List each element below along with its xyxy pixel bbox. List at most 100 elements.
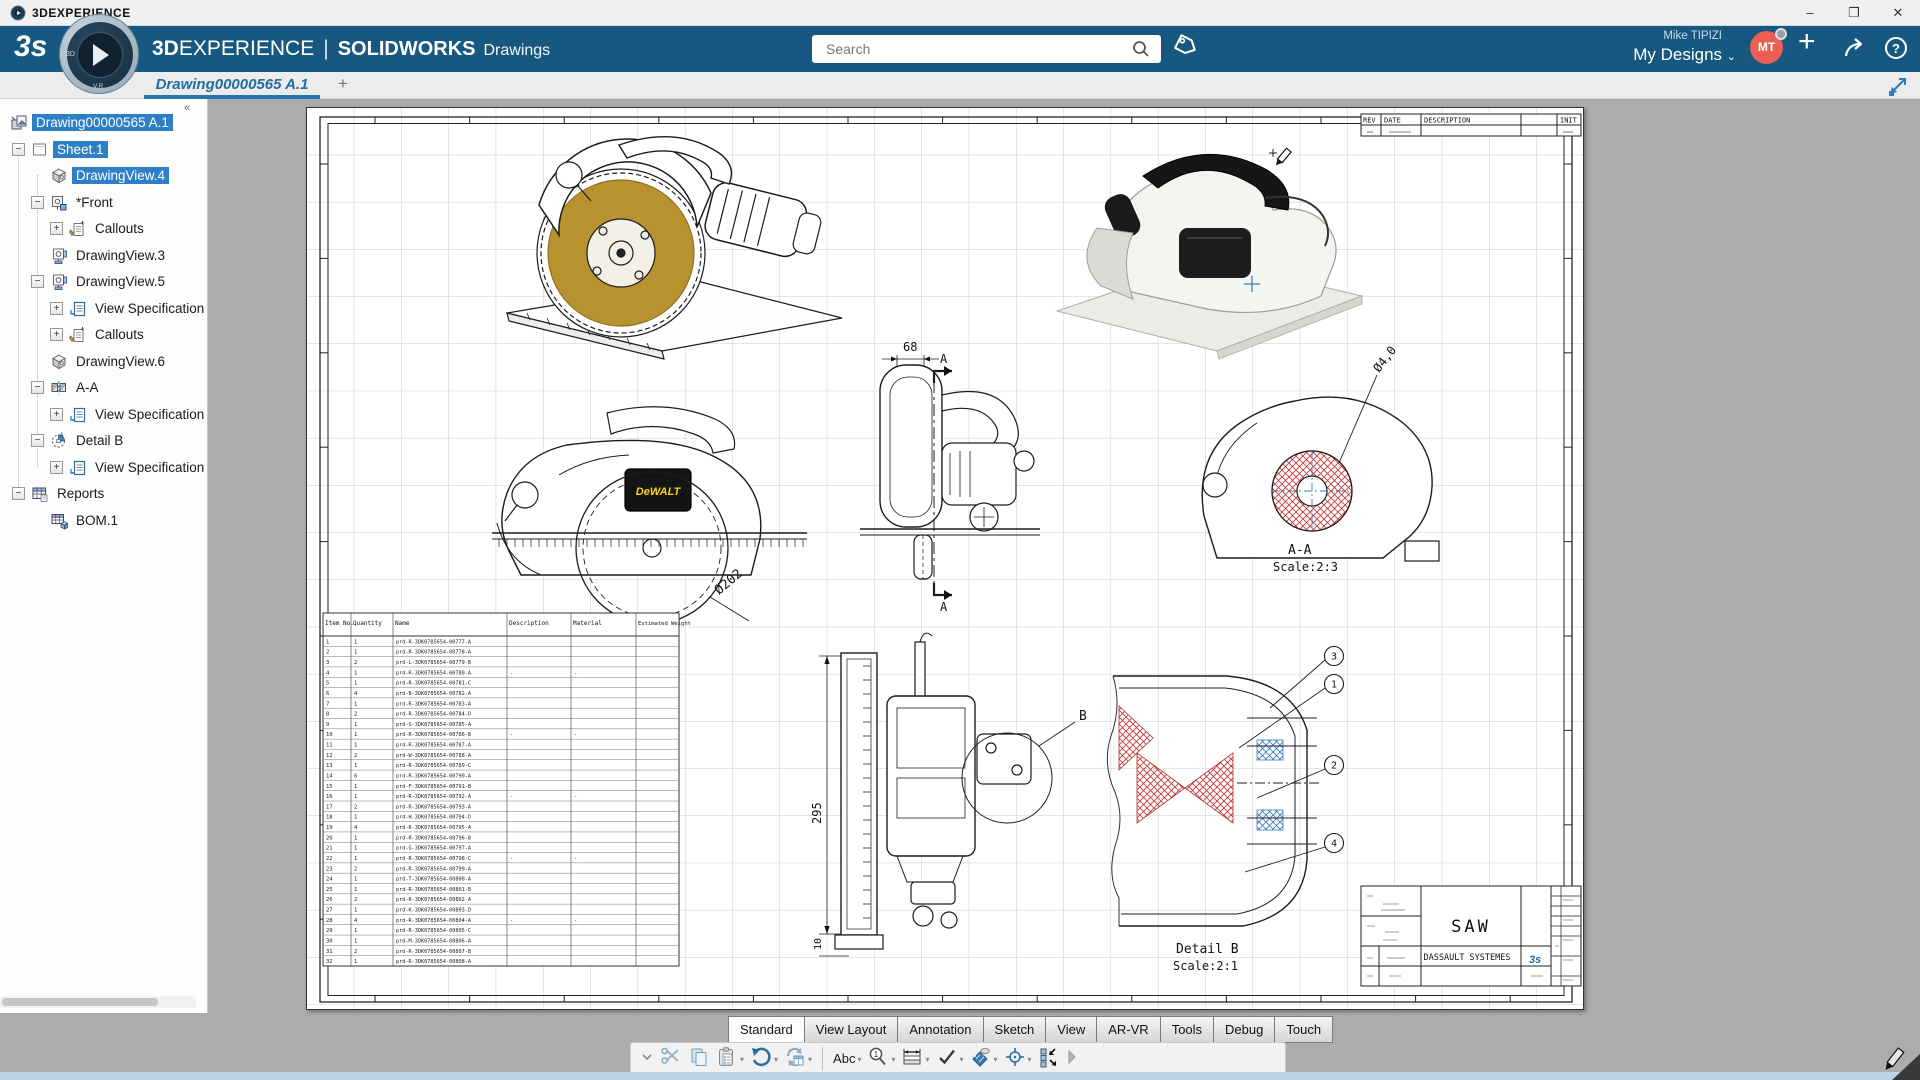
more-button[interactable] (1063, 1044, 1081, 1074)
undo-button[interactable]: ▾ (747, 1044, 781, 1074)
validate-button[interactable]: ▾ (933, 1044, 967, 1074)
ribbon-tab-sketch[interactable]: Sketch (982, 1016, 1046, 1043)
svg-text:Description: Description (509, 620, 549, 627)
collapse-box-icon[interactable]: − (12, 487, 25, 500)
spellcheck-button[interactable]: Abc ▾ (830, 1044, 864, 1074)
tree-item-drawing00000565-a-1[interactable]: Drawing00000565 A.1 (0, 112, 204, 134)
detail-marker[interactable]: B (1079, 709, 1087, 724)
tree-item-drawingview-5[interactable]: − DrawingView.5 (0, 271, 204, 293)
section-view-scale[interactable]: Scale:2:3 (1273, 560, 1338, 574)
bom-table[interactable]: Item No. Quantity Name Description Mater… (322, 612, 691, 967)
menu-chevron-button[interactable] (637, 1044, 657, 1074)
document-tabbar: Drawing00000565 A.1 + (0, 72, 1920, 99)
paste-button[interactable]: ▾ (713, 1044, 747, 1074)
tree-item-detail-b[interactable]: − A Detail B (0, 430, 204, 452)
svg-text:5: 5 (326, 681, 329, 687)
origin-target-button[interactable]: ▾ (1001, 1044, 1035, 1074)
collapse-box-icon[interactable]: − (31, 434, 44, 447)
dropdown-arrow-icon[interactable]: ▾ (1028, 1055, 1032, 1064)
revision-table[interactable]: REV DATE DESCRIPTION INIT (1360, 113, 1582, 137)
dropdown-arrow-icon[interactable]: ▾ (774, 1055, 778, 1064)
detail-view-scale[interactable]: Scale:2:1 (1173, 959, 1238, 973)
svg-text:prd-R-3DK0785654-00802-A: prd-R-3DK0785654-00802-A (396, 897, 472, 903)
tree-item-drawingview-4[interactable]: DrawingView.4 (0, 165, 204, 187)
tree-item-drawingview-6[interactable]: DrawingView.6 (0, 351, 204, 373)
bom-insert-button[interactable] (1035, 1044, 1063, 1074)
dimension-height[interactable]: 295 (810, 802, 824, 824)
ribbon-tab-standard[interactable]: Standard (728, 1016, 804, 1043)
ribbon-tab-view[interactable]: View (1045, 1016, 1097, 1043)
window-bottom-edge (0, 1072, 1920, 1080)
tree-item-callouts[interactable]: + Callouts (0, 324, 204, 346)
tree-item-a-a[interactable]: − A-A (0, 377, 204, 399)
ribbon-tabs: Standard View Layout Annotation Sketch View A… (728, 1016, 1334, 1043)
tree-horizontal-scrollbar[interactable] (0, 996, 196, 1008)
expand-box-icon[interactable]: + (50, 222, 63, 235)
update-button[interactable]: ▾ (781, 1044, 815, 1074)
document-tab[interactable]: Drawing00000565 A.1 (144, 72, 320, 99)
search-icon[interactable] (1132, 40, 1150, 63)
ribbon-tab-annotation[interactable]: Annotation (897, 1016, 983, 1043)
auto-balloon-button[interactable]: 1 ▾ (864, 1044, 898, 1074)
expand-box-icon[interactable]: + (50, 328, 63, 341)
share-icon[interactable] (1843, 36, 1869, 65)
tree-item-callouts[interactable]: + Callouts (0, 218, 204, 240)
tree-item-sheet-1[interactable]: − Sheet.1 (0, 139, 204, 161)
avatar[interactable]: MT (1750, 28, 1787, 64)
workspace-selector[interactable]: My Designs ⌄ (1633, 45, 1736, 65)
drawing-sheet[interactable]: REV DATE DESCRIPTION INIT DeWALT Ø202 68… (306, 107, 1584, 1010)
detail-view-title[interactable]: Detail B (1176, 942, 1239, 957)
search-input[interactable] (824, 38, 1124, 59)
smart-dimension-button[interactable]: ▾ (898, 1044, 932, 1074)
3dexperience-compass[interactable]: 3D V.R (59, 14, 139, 94)
collapse-box-icon[interactable]: − (12, 142, 25, 156)
tag-icon[interactable] (1170, 32, 1198, 65)
tree-item-view-specification[interactable]: + View Specification (0, 298, 204, 320)
expand-box-icon[interactable]: + (50, 460, 63, 474)
svg-text:2: 2 (354, 949, 357, 955)
dropdown-arrow-icon[interactable]: ▾ (740, 1055, 744, 1064)
section-view-title[interactable]: A-A (1288, 543, 1312, 558)
tree-item-reports[interactable]: − Reports (0, 483, 204, 505)
collapse-box-icon[interactable]: − (31, 381, 44, 394)
dropdown-arrow-icon[interactable]: ▾ (994, 1055, 998, 1064)
copy-button[interactable] (685, 1044, 713, 1074)
section-marker-top[interactable]: A (940, 352, 948, 366)
new-tab-button[interactable]: + (338, 74, 348, 94)
dropdown-arrow-icon[interactable]: ▾ (891, 1055, 895, 1064)
expand-box-icon[interactable]: + (50, 407, 63, 421)
title-block[interactable]: SAW DASSAULT SYSTEMES 3s (1360, 885, 1582, 987)
collapse-box-icon[interactable]: − (31, 275, 44, 288)
ribbon-tab-tools[interactable]: Tools (1159, 1016, 1214, 1043)
tree-item-bom-1[interactable]: BOM.1 (0, 510, 204, 532)
ribbon-tab-debug[interactable]: Debug (1213, 1016, 1275, 1043)
ribbon-tab-touch[interactable]: Touch (1274, 1016, 1334, 1043)
area-hatch-button[interactable]: ▾ (967, 1044, 1001, 1074)
help-icon[interactable]: ? (1884, 36, 1908, 65)
dimension-width[interactable]: 68 (903, 340, 917, 354)
add-content-icon[interactable]: + (1798, 25, 1816, 59)
search-box[interactable] (812, 35, 1161, 63)
tree-item-view-specification[interactable]: + View Specification (0, 404, 204, 426)
expand-box-icon[interactable]: + (50, 301, 63, 315)
cut-button[interactable] (657, 1044, 685, 1074)
ribbon-tab-ar-vr[interactable]: AR-VR (1096, 1016, 1160, 1043)
collapse-view-icon[interactable] (1886, 76, 1908, 103)
tree-item-view-specification[interactable]: + View Specification (0, 457, 204, 479)
dropdown-arrow-icon[interactable]: ▾ (960, 1055, 964, 1064)
scrollbar-thumb[interactable] (2, 998, 158, 1006)
dimension-base[interactable]: 10 (813, 938, 824, 950)
ribbon-tab-view-layout[interactable]: View Layout (803, 1016, 898, 1043)
close-button[interactable]: ✕ (1878, 0, 1918, 26)
dropdown-arrow-icon[interactable]: ▾ (808, 1055, 812, 1064)
restore-button[interactable]: ❐ (1834, 0, 1874, 26)
tree-item-front[interactable]: − *Front (0, 192, 204, 214)
dropdown-arrow-icon[interactable]: ▾ (857, 1055, 861, 1064)
view-spec-icon (69, 406, 87, 424)
section-marker-bottom[interactable]: A (940, 600, 948, 614)
tree-item-drawingview-3[interactable]: DrawingView.3 (0, 245, 204, 267)
minimize-button[interactable]: – (1790, 0, 1830, 26)
collapse-box-icon[interactable]: − (31, 195, 44, 209)
svg-text:1: 1 (874, 1050, 879, 1059)
dropdown-arrow-icon[interactable]: ▾ (925, 1055, 929, 1064)
